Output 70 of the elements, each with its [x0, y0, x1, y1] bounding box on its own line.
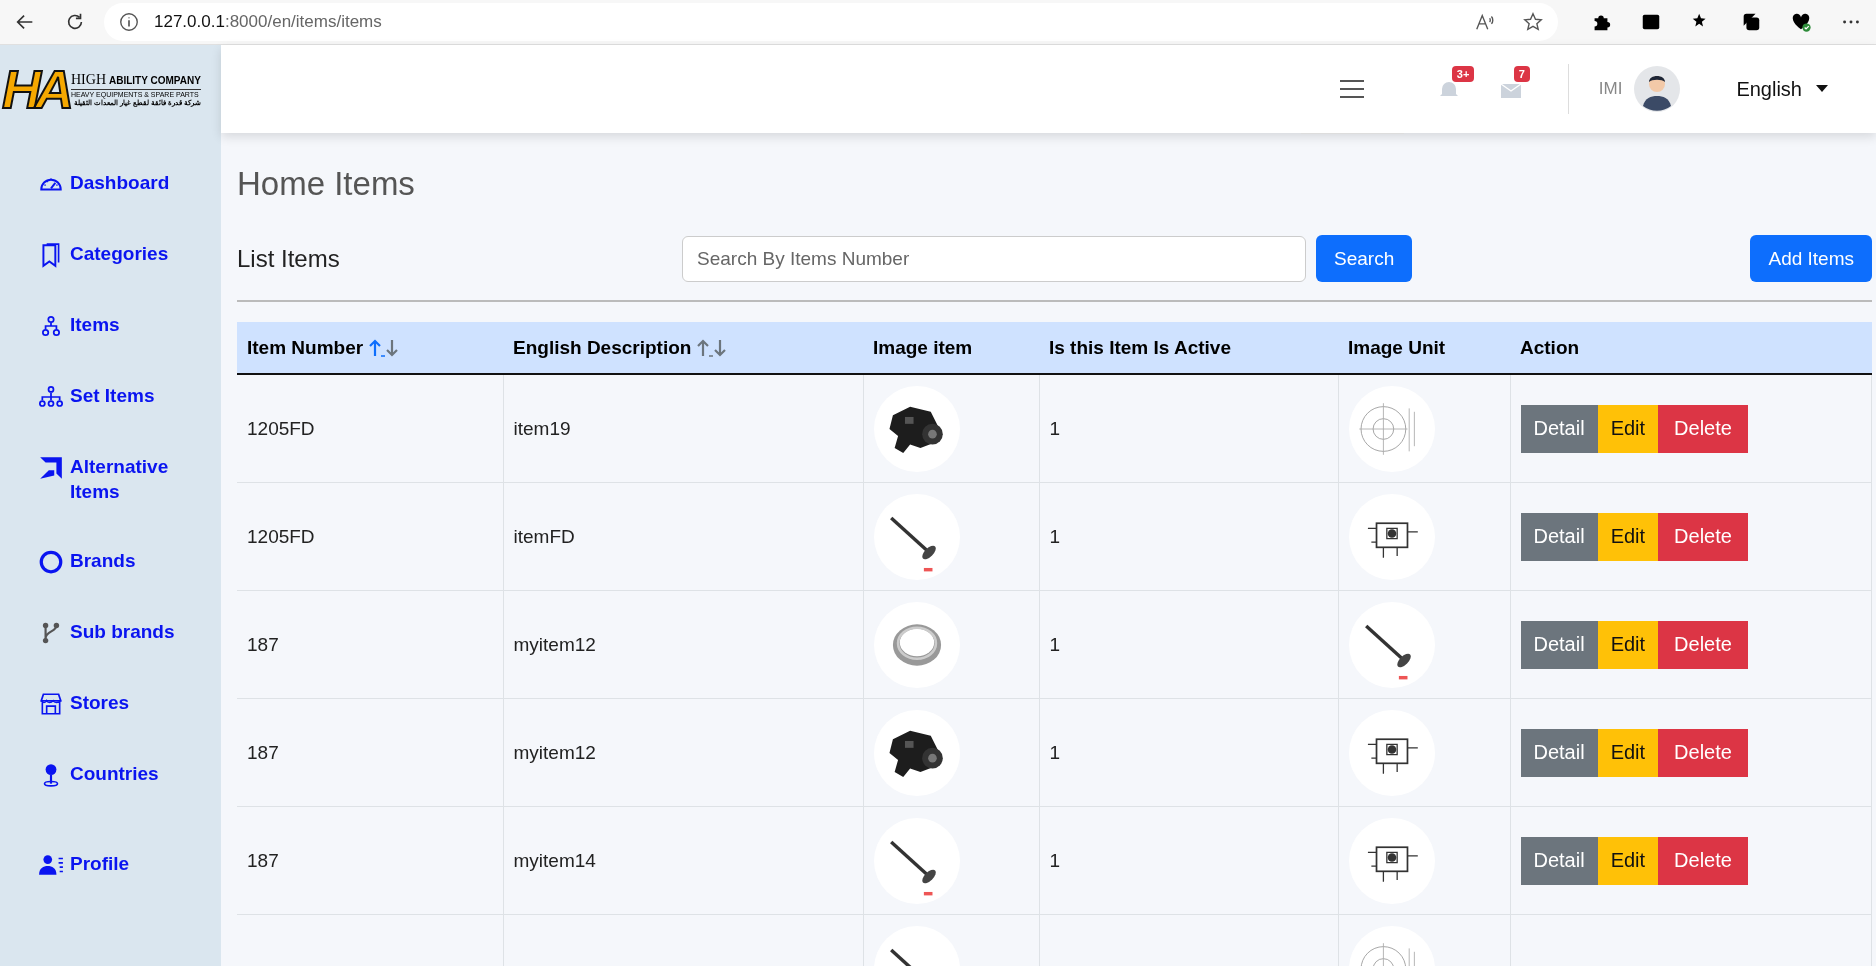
edit-button[interactable]: Edit: [1597, 404, 1659, 453]
table-cell: 1: [1049, 633, 1061, 655]
edit-button[interactable]: Edit: [1597, 512, 1659, 561]
message-badge: 7: [1513, 66, 1530, 82]
star-icon[interactable]: [1522, 11, 1544, 33]
delete-button[interactable]: Delete: [1658, 512, 1748, 561]
sidebar-item[interactable]: Items: [38, 313, 188, 339]
edit-button[interactable]: Edit: [1597, 728, 1659, 777]
info-icon: [118, 11, 140, 33]
sidebar-item[interactable]: Set Items: [38, 384, 188, 410]
sidebar-item[interactable]: Stores: [38, 691, 188, 718]
table-cell: 187: [247, 633, 279, 655]
sidebar-item[interactable]: Categories: [38, 242, 188, 268]
detail-button[interactable]: Detail: [1520, 836, 1598, 885]
logo-mark: HA: [2, 62, 68, 116]
edit-button[interactable]: Edit: [1597, 836, 1659, 885]
column-header: Action: [1520, 336, 1580, 359]
url-text: 127.0.0.1:8000/en/items/items: [154, 12, 382, 32]
column-header: Image Unit: [1348, 336, 1446, 359]
sidebar-item[interactable]: Profile: [38, 852, 188, 879]
table-cell: myitem12: [513, 633, 596, 655]
sidebar-item[interactable]: Sub brands: [38, 620, 188, 647]
nav-icon: [38, 455, 64, 481]
caret-icon: [1816, 85, 1828, 93]
detail-button[interactable]: Detail: [1520, 620, 1598, 669]
delete-button[interactable]: Delete: [1658, 404, 1748, 453]
table-cell: 1: [1049, 525, 1061, 547]
table-cell: 1: [1049, 417, 1061, 439]
notification-badge: 3+: [1451, 66, 1475, 82]
logo-text: ABILITY COMPANY: [109, 74, 201, 86]
table-cell: 187: [247, 741, 279, 763]
nav-icon: [38, 549, 64, 576]
logo-text: HIGH: [71, 71, 106, 88]
nav-icon: [38, 691, 64, 718]
language-dropdown[interactable]: English: [1736, 77, 1828, 101]
add-button[interactable]: Add Items: [1750, 235, 1872, 282]
menu-icon[interactable]: [1339, 78, 1366, 99]
table-cell: myitem12: [513, 741, 596, 763]
sidebar-item[interactable]: Alternative Items: [38, 455, 188, 505]
edit-button[interactable]: Edit: [1597, 620, 1659, 669]
delete-button[interactable]: Delete: [1658, 728, 1748, 777]
table-cell: 1: [1049, 849, 1061, 871]
section-title: List Items: [237, 244, 341, 273]
health-icon[interactable]: [1790, 11, 1812, 33]
table-cell: 1205FD: [247, 525, 315, 547]
table-cell: 187: [247, 849, 279, 871]
detail-button[interactable]: Detail: [1520, 728, 1598, 777]
user-name: IMI: [1598, 79, 1623, 99]
delete-button[interactable]: Delete: [1658, 836, 1748, 885]
sidebar-item[interactable]: Brands: [38, 549, 188, 576]
delete-button[interactable]: Delete: [1658, 620, 1748, 669]
column-header: Image item: [873, 336, 973, 359]
table-cell: 1205FD: [247, 417, 315, 439]
column-header: English Description: [513, 336, 692, 359]
detail-button[interactable]: Detail: [1520, 512, 1598, 561]
nav-icon: [38, 384, 64, 410]
column-header: Item Number: [247, 336, 364, 359]
sidebar-item[interactable]: Countries: [38, 762, 188, 789]
table-cell: 1: [1049, 741, 1061, 763]
page-title: Home Items: [237, 165, 416, 203]
address-bar[interactable]: 127.0.0.1:8000/en/items/items: [104, 3, 1558, 41]
avatar[interactable]: [1634, 66, 1681, 112]
table-cell: item19: [513, 417, 571, 439]
column-header: Is this Item Is Active: [1049, 336, 1231, 359]
search-button[interactable]: Search: [1316, 235, 1413, 282]
table-cell: itemFD: [513, 525, 575, 547]
table-cell: myitem14: [513, 849, 596, 871]
search-field[interactable]: Search By Items Number: [682, 235, 1306, 282]
detail-button[interactable]: Detail: [1520, 404, 1598, 453]
sidebar-item[interactable]: Dashboard: [38, 171, 188, 197]
